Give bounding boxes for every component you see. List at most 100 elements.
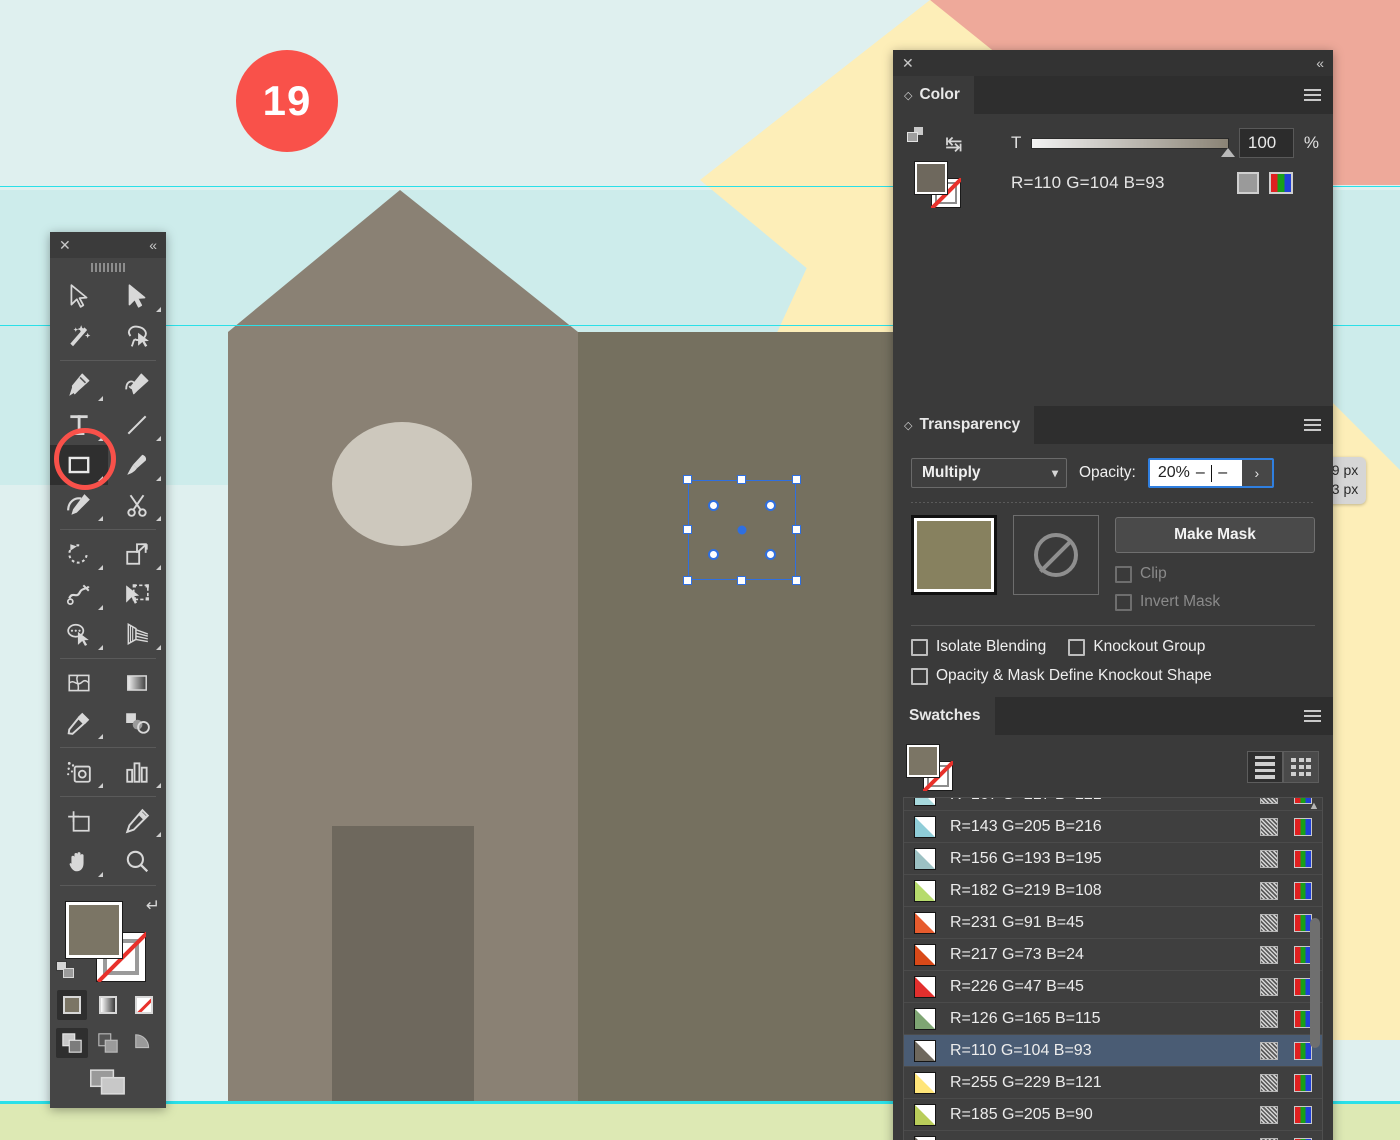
- tools-panel-grip[interactable]: [50, 258, 166, 276]
- swatch-row[interactable]: R=108 G=104 B=94: [904, 1131, 1322, 1140]
- tool-group-transform[interactable]: [50, 534, 166, 654]
- corner-radius-widget-bottom-right[interactable]: [765, 549, 776, 560]
- tool-group-selection[interactable]: [50, 276, 166, 356]
- swatch-row[interactable]: R=185 G=205 B=90: [904, 1099, 1322, 1131]
- handle-middle-right[interactable]: [792, 525, 801, 534]
- tools-panel[interactable]: ✕ « ↵: [50, 232, 166, 1108]
- drawing-mode-buttons[interactable]: [50, 1028, 166, 1058]
- magic-wand-tool[interactable]: [50, 316, 108, 356]
- blend-mode-select[interactable]: Multiply ▾: [911, 458, 1067, 488]
- swatch-row[interactable]: R=143 G=205 B=216: [904, 811, 1322, 843]
- clip-checkbox[interactable]: [1115, 565, 1132, 583]
- opacity-input[interactable]: 20% – – ›: [1147, 458, 1274, 488]
- swatch-row[interactable]: R=110 G=104 B=93: [904, 1035, 1322, 1067]
- perspective-grid-tool[interactable]: [108, 614, 166, 654]
- swatches-scrollbar[interactable]: ▲: [1308, 800, 1320, 1140]
- lasso-tool[interactable]: [108, 316, 166, 356]
- swatches-list[interactable]: R=167 G=217 B=221 R=143 G=205 B=216 R=156 …: [903, 797, 1323, 1140]
- column-graph-tool[interactable]: [108, 752, 166, 792]
- type-tool[interactable]: [50, 405, 108, 445]
- handle-bottom-right[interactable]: [792, 576, 801, 585]
- scale-tool[interactable]: [108, 534, 166, 574]
- blend-tool[interactable]: [108, 703, 166, 743]
- transparency-panel-body[interactable]: Multiply ▾ Opacity: 20% – – › Make Mask …: [893, 444, 1333, 697]
- handle-bottom-left[interactable]: [683, 576, 692, 585]
- scissors-tool[interactable]: [108, 485, 166, 525]
- make-mask-button[interactable]: Make Mask: [1115, 517, 1315, 553]
- tab-color[interactable]: ◇ Color: [893, 76, 974, 114]
- corner-radius-widget-top-left[interactable]: [708, 500, 719, 511]
- gradient-mode-button[interactable]: [93, 990, 123, 1020]
- mask-thumbnail[interactable]: [1013, 515, 1099, 595]
- close-icon[interactable]: ✕: [59, 238, 71, 252]
- swatches-panel-body[interactable]: R=167 G=217 B=221 R=143 G=205 B=216 R=156 …: [893, 735, 1333, 1140]
- knockout-shape-row[interactable]: Opacity & Mask Define Knockout Shape: [911, 667, 1315, 685]
- fill-proxy-swatch[interactable]: [914, 161, 948, 195]
- swatch-row[interactable]: R=255 G=229 B=121: [904, 1067, 1322, 1099]
- tool-group-paint[interactable]: [50, 663, 166, 743]
- right-panel-dock[interactable]: ✕ « ◇ Color T 100 % R=110 G=104 B=93 ↹ ◇…: [893, 50, 1333, 1140]
- scroll-up-arrow-icon[interactable]: ▲: [1308, 800, 1320, 812]
- clip-checkbox-row[interactable]: Clip: [1115, 565, 1315, 583]
- shaper-tool[interactable]: [50, 485, 108, 525]
- swatch-row[interactable]: R=126 G=165 B=115: [904, 1003, 1322, 1035]
- knockout-group-row[interactable]: Knockout Group: [1068, 638, 1205, 656]
- swatches-view-toggle[interactable]: [1247, 751, 1319, 783]
- swatch-row[interactable]: R=226 G=47 B=45: [904, 971, 1322, 1003]
- handle-top-center[interactable]: [737, 475, 746, 484]
- collapse-icon[interactable]: «: [149, 238, 157, 252]
- isolate-blending-row[interactable]: Isolate Blending: [911, 638, 1046, 656]
- fill-stroke-controls[interactable]: ↵: [50, 892, 166, 988]
- list-view-button[interactable]: [1247, 751, 1283, 783]
- isolate-blending-checkbox[interactable]: [911, 638, 928, 656]
- tool-group-symbols[interactable]: [50, 752, 166, 792]
- change-screen-mode-button[interactable]: [50, 1058, 166, 1108]
- swatch-row[interactable]: R=156 G=193 B=195: [904, 843, 1322, 875]
- curvature-tool[interactable]: [108, 365, 166, 405]
- tab-transparency[interactable]: ◇ Transparency: [893, 406, 1035, 444]
- close-icon[interactable]: ✕: [902, 56, 914, 70]
- swatch-row[interactable]: R=217 G=73 B=24: [904, 939, 1322, 971]
- swatches-panel-tabrow[interactable]: Swatches: [893, 697, 1333, 735]
- rectangle-tool[interactable]: [50, 445, 108, 485]
- swap-fill-stroke-icon[interactable]: ↹: [945, 132, 963, 157]
- zoom-tool[interactable]: [108, 841, 166, 881]
- none-mode-button[interactable]: [129, 990, 159, 1020]
- color-panel-fill-stroke-proxy[interactable]: [914, 161, 961, 208]
- selection-tool[interactable]: [50, 276, 108, 316]
- color-mode-buttons[interactable]: [50, 990, 166, 1020]
- corner-radius-widget-bottom-left[interactable]: [708, 549, 719, 560]
- tab-swatches[interactable]: Swatches: [893, 697, 995, 735]
- color-panel-menu-icon[interactable]: [1304, 89, 1321, 101]
- eyedropper-tool[interactable]: [50, 703, 108, 743]
- thumbnail-view-button[interactable]: [1283, 751, 1319, 783]
- direct-selection-tool[interactable]: [108, 276, 166, 316]
- knockout-group-checkbox[interactable]: [1068, 638, 1086, 656]
- mesh-tool[interactable]: [50, 663, 108, 703]
- paintbrush-tool[interactable]: [108, 445, 166, 485]
- swatches-fill-stroke-proxy[interactable]: [906, 744, 953, 791]
- fill-color-swatch[interactable]: [65, 901, 123, 959]
- object-thumbnail[interactable]: [911, 515, 997, 595]
- default-fill-stroke-icon[interactable]: [56, 961, 74, 978]
- handle-top-right[interactable]: [792, 475, 801, 484]
- handle-middle-left[interactable]: [683, 525, 692, 534]
- rotate-tool[interactable]: [50, 534, 108, 574]
- color-panel-body[interactable]: T 100 % R=110 G=104 B=93 ↹: [893, 114, 1333, 406]
- draw-behind-button[interactable]: [92, 1028, 124, 1058]
- swatch-row[interactable]: R=231 G=91 B=45: [904, 907, 1322, 939]
- swatches-panel-menu-icon[interactable]: [1304, 710, 1321, 722]
- collapse-icon[interactable]: «: [1316, 56, 1324, 70]
- invert-mask-checkbox-row[interactable]: Invert Mask: [1115, 593, 1315, 611]
- color-mode-button[interactable]: [57, 990, 87, 1020]
- transparency-panel-menu-icon[interactable]: [1304, 419, 1321, 431]
- handle-bottom-center[interactable]: [737, 576, 746, 585]
- symbol-sprayer-tool[interactable]: [50, 752, 108, 792]
- tool-group-navigation[interactable]: [50, 801, 166, 881]
- hand-tool[interactable]: [50, 841, 108, 881]
- artboard-tool[interactable]: [50, 801, 108, 841]
- swap-fill-stroke-icon[interactable]: ↵: [146, 896, 160, 916]
- tool-group-drawing[interactable]: [50, 365, 166, 525]
- free-transform-tool[interactable]: [108, 574, 166, 614]
- slice-tool[interactable]: [108, 801, 166, 841]
